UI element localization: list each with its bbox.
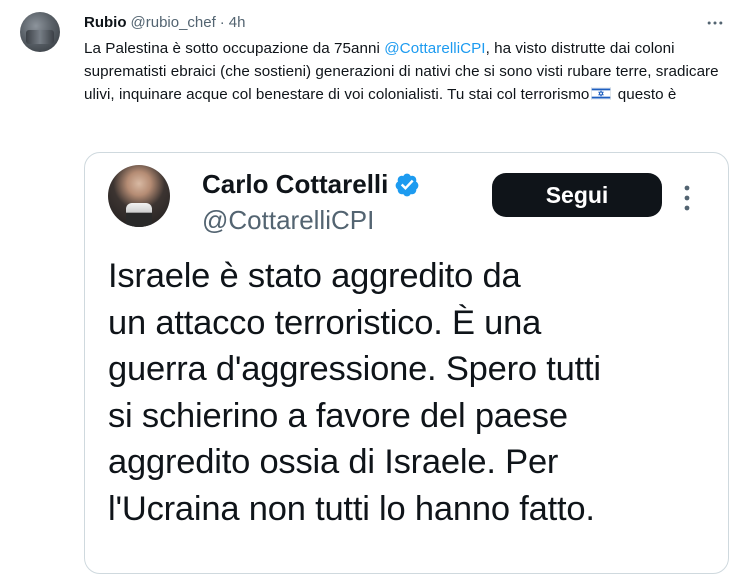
quoted-text-line: un attacco terroristico. È una (108, 303, 542, 342)
more-options-button[interactable] (700, 12, 730, 34)
tweet-timestamp[interactable]: 4h (229, 14, 246, 31)
quoted-author-name: Carlo Cottarelli (202, 169, 389, 199)
tweet-text-part3: questo è (613, 86, 677, 103)
quoted-text-line: l'Ucraina non tutti lo hanno fatto. (108, 489, 595, 528)
tweet-header: Rubio @rubio_chef · 4h (84, 12, 245, 32)
quoted-tweet-image[interactable]: Carlo Cottarelli @CottarelliCPI Segui Is… (84, 152, 729, 574)
mention-link[interactable]: @CottarelliCPI (384, 40, 485, 57)
quoted-author-avatar (108, 165, 170, 227)
more-vertical-icon (684, 185, 690, 211)
separator-dot: · (219, 13, 225, 31)
quoted-text-line: si schierino a favore del paese (108, 396, 568, 435)
tweet-text-part1: La Palestina è sotto occupazione da 75an… (84, 40, 385, 57)
israel-flag-icon (591, 87, 612, 100)
author-avatar[interactable] (20, 12, 60, 52)
quoted-text-line: aggredito ossia di Israele. Per (108, 443, 559, 481)
follow-button: Segui (492, 173, 662, 217)
quoted-text-line: Israele è stato aggredito da (108, 257, 521, 295)
quoted-author-name-row: Carlo Cottarelli (202, 169, 420, 200)
author-name[interactable]: Rubio (84, 14, 127, 31)
quoted-author-handle: @CottarelliCPI (202, 205, 375, 235)
author-handle[interactable]: @rubio_chef (131, 14, 216, 31)
tweet[interactable]: Rubio @rubio_chef · 4h La Palestina è so… (0, 0, 742, 574)
verified-badge-icon (395, 173, 419, 196)
quoted-text-line: guerra d'aggressione. Spero tutti (108, 350, 601, 388)
quoted-tweet-text: Israele è stato aggredito da un attacco … (108, 253, 708, 532)
tweet-text: La Palestina è sotto occupazione da 75an… (84, 37, 724, 106)
more-horizontal-icon (707, 21, 723, 25)
